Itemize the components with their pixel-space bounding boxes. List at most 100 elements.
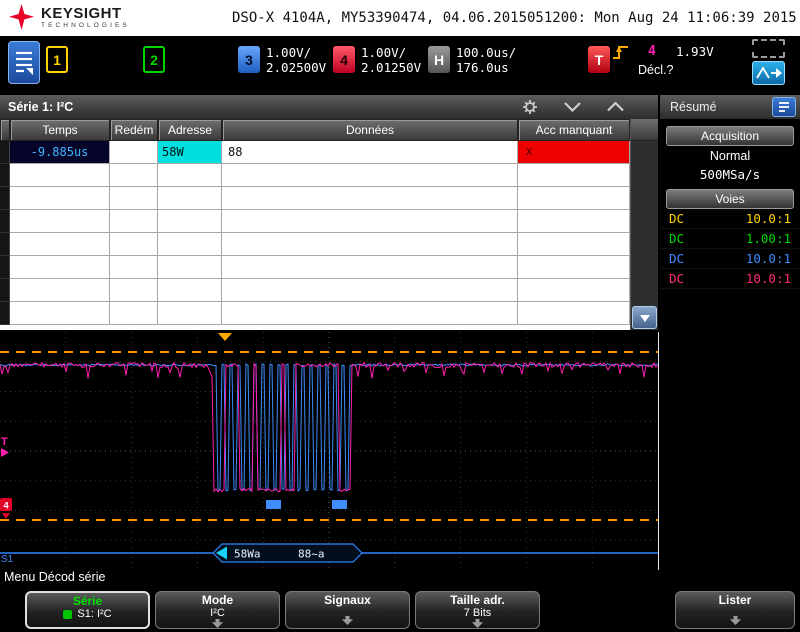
brand-text: KEYSIGHT TECHNOLOGIES: [41, 4, 130, 29]
trigger-button[interactable]: T: [588, 46, 610, 73]
trigger-position-marker[interactable]: [218, 333, 232, 341]
channel4-button[interactable]: 4: [333, 46, 355, 73]
serial-on-indicator: [63, 609, 73, 619]
softkey-serie-value: S1: I²C: [77, 608, 112, 620]
summary-titlebar: Résumé: [660, 95, 800, 119]
chevron-down-icon[interactable]: [564, 102, 581, 112]
softkey-dropdown-arrow-icon: [471, 619, 484, 628]
softkey-dropdown-arrow-icon: [211, 619, 224, 628]
oscilloscope-screen: KEYSIGHT TECHNOLOGIES DSO-X 4104A, MY533…: [0, 0, 800, 632]
bus-address-label: 58Wa: [234, 548, 261, 561]
softkey-mode-label: Mode: [201, 593, 234, 607]
channel4-marker-label: 4: [3, 501, 9, 512]
header-spacer: [0, 119, 10, 141]
serial-decode-panel: Série 1: I²C Temps Redém Adresse Données…: [0, 95, 658, 330]
table-header-row: Temps Redém Adresse Données Acc manquant: [0, 119, 630, 141]
softkey-dropdown-arrow-icon: [341, 616, 354, 625]
channel3-readout: 1.00V/ 2.02500V: [266, 45, 326, 75]
channels-button[interactable]: Voies: [666, 189, 794, 209]
col-header-donnees: Données: [222, 119, 518, 141]
channel2-button[interactable]: 2: [143, 46, 165, 73]
softkey-menu-title: Menu Décod série: [4, 570, 106, 584]
brand-name: KEYSIGHT: [41, 4, 122, 22]
channel4-scale: 1.00V/: [361, 45, 407, 60]
status-bar: 1 2 3 1.00V/ 2.02500V 4 1.00V/ 2.01250V …: [0, 36, 800, 90]
softkey-lister-label: Lister: [718, 593, 752, 607]
channel4-offset: 2.01250V: [361, 60, 422, 75]
trigger-slope-icon: [612, 43, 630, 66]
settings-gear-icon[interactable]: [522, 99, 538, 115]
channel1-probe: 10.0:1: [745, 211, 791, 226]
trigger-status: Décl.?: [638, 63, 674, 77]
chevron-up-icon[interactable]: [607, 102, 624, 112]
softkey-signaux[interactable]: Signaux: [285, 591, 410, 629]
horizontal-timebase: 100.0us/: [456, 45, 517, 60]
channel3-offset: 2.02500V: [266, 60, 327, 75]
col-header-adresse: Adresse: [158, 119, 222, 141]
decode-mark-2: [332, 500, 347, 509]
header-bar: KEYSIGHT TECHNOLOGIES DSO-X 4104A, MY533…: [0, 0, 800, 36]
softkey-taille-value: 7 Bits: [463, 607, 492, 619]
sample-rate: 500MSa/s: [699, 167, 761, 182]
dashed-region-icon[interactable]: [752, 39, 785, 58]
softkey-mode-value: I²C: [210, 607, 225, 619]
trigger-level-arrow-icon: [1, 448, 9, 457]
channel3-button[interactable]: 3: [238, 46, 260, 73]
channel2-coupling: DC: [669, 231, 685, 246]
decode-panel-controls: [522, 95, 624, 119]
cell-redem: [110, 141, 158, 164]
summary-title: Résumé: [670, 100, 717, 114]
summary-sidebar: Résumé Acquisition Normal 500MSa/s Voies…: [660, 95, 800, 330]
brand-subtitle: TECHNOLOGIES: [41, 21, 130, 29]
waveform-glyph-icon: [755, 66, 782, 79]
softkey-taille-adr[interactable]: Taille adr. 7 Bits: [415, 591, 540, 629]
softkey-lister[interactable]: Lister: [675, 591, 795, 629]
cell-temps: -9.885us: [10, 141, 110, 164]
trigger-source: 4: [648, 44, 656, 59]
channel2-summary-row: DC 1.00:1: [660, 229, 800, 249]
table-row-selected[interactable]: -9.885us 58W 88 X: [0, 141, 630, 164]
bus-data-label: 88~a: [298, 548, 325, 561]
row-indicator: [0, 141, 10, 164]
channel3-summary-row: DC 10.0:1: [660, 249, 800, 269]
table-row-empty: [0, 187, 630, 210]
serial-bus-marker: S1: [1, 554, 14, 565]
keysight-spark-icon: [9, 4, 34, 30]
arrow-down-icon: [639, 314, 650, 322]
channel1-button[interactable]: 1: [46, 46, 68, 73]
channel4-coupling: DC: [669, 271, 685, 286]
trigger-level: 1.93V: [676, 44, 714, 59]
trigger-level-marker[interactable]: T: [1, 436, 8, 448]
col-header-temps: Temps: [10, 119, 110, 141]
instrument-title: DSO-X 4104A, MY53390474, 04.06.201505120…: [232, 10, 797, 26]
table-row-empty: [0, 279, 630, 302]
channel4-summary-row: DC 10.0:1: [660, 269, 800, 289]
channel1-summary-row: DC 10.0:1: [660, 209, 800, 229]
softkey-serie[interactable]: Série S1: I²C: [25, 591, 150, 629]
table-scrollbar[interactable]: [630, 119, 658, 330]
horizontal-delay: 176.0us: [456, 60, 509, 75]
summary-menu-icon[interactable]: [772, 97, 796, 117]
softkey-mode[interactable]: Mode I²C: [155, 591, 280, 629]
keysight-logo: KEYSIGHT TECHNOLOGIES: [8, 3, 130, 31]
waveform-display[interactable]: 58Wa 88~a T 4 S1: [0, 332, 659, 570]
menu-lines-icon: [16, 51, 33, 75]
channel1-coupling: DC: [669, 211, 685, 226]
decode-mark-1: [266, 500, 281, 509]
softkey-signaux-label: Signaux: [324, 593, 371, 607]
table-row-empty: [0, 256, 630, 279]
channel4-probe: 10.0:1: [745, 271, 791, 286]
scrollbar-cap: [631, 119, 658, 141]
horizontal-button[interactable]: H: [428, 46, 450, 73]
acquisition-mode: Normal: [709, 149, 751, 163]
scroll-down-button[interactable]: [632, 306, 657, 329]
cell-acc-manquant: X: [518, 141, 630, 164]
waveform-zoom-icon[interactable]: [752, 61, 785, 85]
table-row-empty: [0, 302, 630, 325]
softkey-serie-label: Série: [72, 594, 103, 608]
main-menu-icon[interactable]: [8, 41, 40, 84]
decode-table: Temps Redém Adresse Données Acc manquant…: [0, 119, 630, 325]
channel3-probe: 10.0:1: [745, 251, 791, 266]
acquisition-button[interactable]: Acquisition: [666, 126, 794, 146]
channel3-scale: 1.00V/: [266, 45, 312, 60]
